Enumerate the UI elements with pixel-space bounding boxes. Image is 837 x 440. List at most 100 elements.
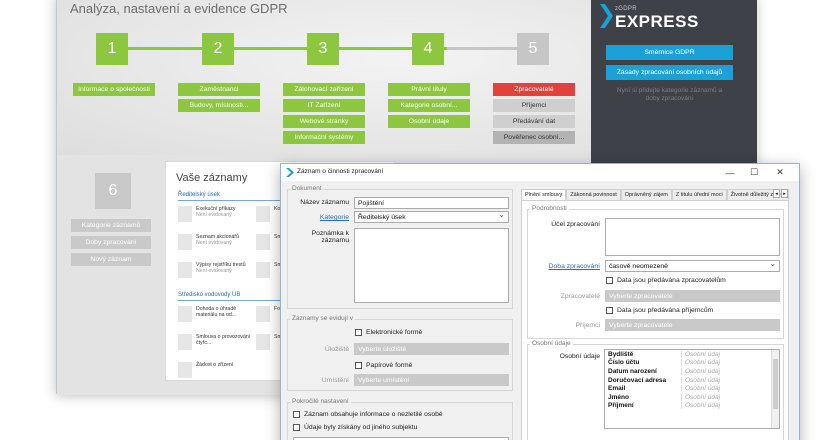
note-label: Poznámka k záznamu [311, 230, 349, 244]
tab-legal-obligation[interactable]: Zákonná povinnost [566, 189, 621, 200]
record-name: Smlouva o provozování čtyřc... [196, 334, 251, 346]
advanced-group [287, 402, 513, 440]
step-6-button[interactable]: 6 [95, 173, 131, 209]
personal-data-list[interactable]: BydlištěOsobní údaj▾ Číslo účtuOsobní úd… [604, 349, 780, 429]
record-card[interactable]: Seznam akcionářů Není evidovaný [178, 234, 239, 256]
scrollbar-thumb[interactable] [773, 359, 778, 409]
record-thumb [256, 262, 270, 278]
record-card[interactable]: Exekuční příkazy Není evidovaný [178, 206, 236, 228]
tab-contract[interactable]: Plnění smlouvy [521, 189, 567, 200]
list-item[interactable]: PříjmeníOsobní údaj▾ [605, 402, 779, 411]
chip-dpo[interactable]: Pověřenec osobní... [493, 131, 575, 144]
personal-data-value: Osobní údaj [681, 376, 769, 384]
record-dialog: Záznam o činnosti zpracování — ☐ ✕ Dokum… [280, 163, 800, 440]
chip-buildings[interactable]: Budovy, místnosti... [178, 99, 260, 112]
chip-personal-data[interactable]: Osobní údaje [388, 115, 470, 128]
name-label: Název záznamu [300, 199, 349, 206]
gdpr-directive-button[interactable]: Směrnice GDPR [606, 45, 733, 60]
chip-employees[interactable]: Zaměstnanci [178, 83, 260, 96]
evidence-group-label: Záznamy se evidují v [290, 315, 356, 322]
processors-label: Zpracovatelé [560, 293, 600, 300]
tab-legitimate-interest[interactable]: Oprávněný zájem [620, 189, 672, 200]
name-input[interactable]: Pojištění [354, 197, 509, 209]
record-card[interactable]: Smlouva o provozování čtyřc... [178, 334, 252, 356]
paper-checkbox[interactable]: Papírové formě [355, 362, 412, 369]
maximize-icon[interactable]: ☐ [743, 166, 765, 179]
storage-select[interactable]: Vyberte úložiště [354, 343, 509, 355]
processors-select[interactable]: Vyberte zpracovatele [605, 290, 780, 302]
dialog-titlebar: Záznam o činnosti zpracování — ☐ ✕ [281, 164, 799, 181]
category-select[interactable]: Ředitelský úsek [354, 210, 509, 223]
location-label: Umístění [321, 377, 349, 384]
record-categories-button[interactable]: Kategorie záznamů [71, 219, 151, 232]
checkbox-box [293, 411, 300, 418]
step-3-button[interactable]: 3 [307, 33, 339, 65]
brand-logo-icon [600, 4, 613, 28]
record-thumb [256, 234, 270, 250]
location-select[interactable]: Vyberte umístění [354, 374, 509, 386]
recipients-select[interactable]: Vyberte zpracovatele [605, 319, 780, 331]
chip-websites[interactable]: Webové stránky [283, 115, 365, 128]
tab-prev-icon[interactable]: ◂ [773, 189, 780, 198]
minor-label: Záznam obsahuje informace o nezletilé os… [304, 411, 443, 418]
chip-backup-devices[interactable]: Zálohovací zařízení [283, 83, 365, 96]
chip-it-devices[interactable]: IT Zařízení [283, 99, 365, 112]
list-item[interactable]: EmailOsobní údaj▾ [605, 384, 779, 393]
new-record-button[interactable]: Nový záznam [71, 253, 151, 266]
list-item[interactable]: Datum narozeníOsobní údaj▾ [605, 367, 779, 376]
duration-select[interactable]: časově neomezeně [605, 259, 780, 272]
personal-data-value: Osobní údaj [681, 367, 769, 375]
list-item[interactable]: JménoOsobní údaj▾ [605, 393, 779, 402]
legal-basis-tabs: Plnění smlouvy Zákonná povinnost Oprávně… [521, 189, 790, 200]
checkbox-box [355, 362, 362, 369]
minimize-icon[interactable]: — [719, 166, 741, 179]
list-item[interactable]: Číslo účtuOsobní údaj▾ [605, 359, 779, 368]
chip-data-transfer[interactable]: Předávání dat [493, 115, 575, 128]
record-card[interactable]: Výpisy rejstříku trestů Není evidovaný [178, 262, 246, 284]
record-name: Dohoda o úhradě materiálu na od... [196, 306, 237, 318]
other-subject-checkbox[interactable]: Údaje byly získány od jiného subjektu [293, 424, 417, 431]
advanced-group-label: Pokročilé nastavení [290, 398, 351, 405]
record-card[interactable]: Žádost o zřízení [178, 362, 233, 384]
list-item[interactable]: Doručovací adresaOsobní údaj▾ [605, 376, 779, 385]
chip-processors[interactable]: Zpracovatelé [493, 83, 575, 96]
personal-data-value: Osobní údaj [681, 350, 769, 358]
processing-principles-button[interactable]: Zásady zpracování osobních údajů [606, 65, 733, 80]
record-thumb [178, 306, 192, 322]
step-2-button[interactable]: 2 [202, 33, 234, 65]
chip-recipients[interactable]: Příjemci [493, 99, 575, 112]
personal-data-name: Datum narození [608, 367, 657, 375]
chip-company-info[interactable]: Informace o společnosti [73, 83, 155, 96]
checkbox-box [606, 277, 613, 284]
step-1-button[interactable]: 1 [96, 33, 128, 65]
processors-checkbox[interactable]: Data jsou předávána zpracovatelům [606, 277, 726, 284]
document-group-label: Dokument [290, 185, 324, 192]
chip-legal-titles[interactable]: Právní tituly [388, 83, 470, 96]
tab-next-icon[interactable]: ▸ [781, 189, 788, 198]
record-status: Není evidovaný [196, 240, 232, 246]
records-section-2: Středisko vodovody UB [178, 292, 241, 298]
close-icon[interactable]: ✕ [769, 166, 791, 179]
note-textarea[interactable] [354, 228, 509, 303]
step-5-button[interactable]: 5 [517, 33, 549, 65]
page-title: Analýza, nastavení a evidence GDPR [70, 1, 288, 16]
recipients-checkbox[interactable]: Data jsou předávána příjemcům [606, 307, 713, 314]
tab-official-authority[interactable]: Z titulu úřední moci [671, 189, 727, 200]
processors-check-label: Data jsou předávána zpracovatelům [617, 277, 726, 284]
chip-info-systems[interactable]: Informační systémy [283, 131, 365, 144]
duration-link[interactable]: Doba zpracování [530, 263, 600, 270]
processing-periods-button[interactable]: Doby zpracování [71, 236, 151, 249]
personal-data-label: Osobní údaje [559, 353, 600, 360]
chip-personal-categories[interactable]: Kategorie osobní... [388, 99, 470, 112]
other-subject-label: Údaje byly získány od jiného subjektu [304, 424, 418, 431]
list-item[interactable]: BydlištěOsobní údaj▾ [605, 350, 779, 359]
record-card[interactable]: Dohoda o úhradě materiálu na od... [178, 306, 252, 328]
screenshot-stage: Analýza, nastavení a evidence GDPR 1 2 3… [0, 0, 837, 440]
purpose-textarea[interactable] [605, 218, 780, 256]
list-scrollbar[interactable] [771, 350, 779, 428]
electronic-checkbox[interactable]: Elektronické formě [355, 329, 422, 336]
personal-data-value: Osobní údaj [681, 393, 769, 401]
step-4-button[interactable]: 4 [412, 33, 444, 65]
category-link[interactable]: Kategorie [289, 214, 349, 221]
minor-checkbox[interactable]: Záznam obsahuje informace o nezletilé os… [293, 411, 443, 418]
